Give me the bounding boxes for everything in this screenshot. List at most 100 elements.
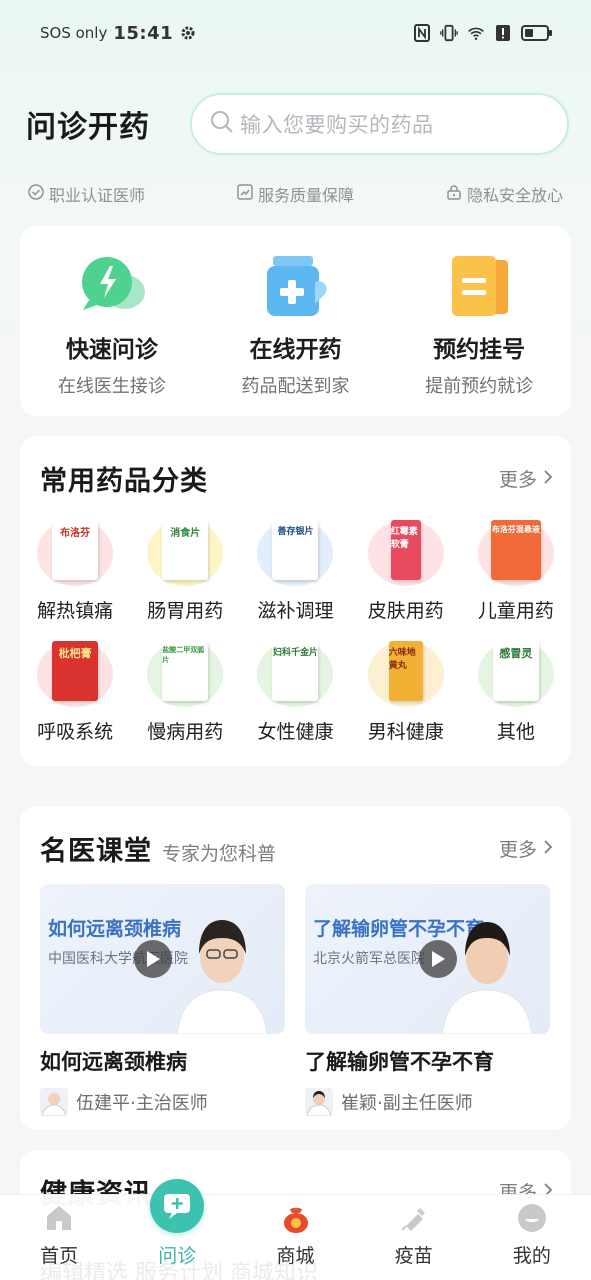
service-subtitle: 在线医生接诊 [57, 376, 166, 397]
box-text: 六味地黄丸 [388, 641, 423, 701]
tab-consult[interactable]: 问诊 [118, 1179, 236, 1280]
service-title: 预约挂号 [433, 337, 526, 363]
doctor-photo-icon [176, 920, 268, 1034]
status-right [413, 24, 553, 42]
status-left: SOS only 15:41 [40, 23, 197, 44]
section-title: 常用药品分类 [40, 465, 208, 497]
service-appointment[interactable]: 预约挂号 提前预约就诊 [387, 226, 571, 416]
category-label: 儿童用药 [477, 600, 554, 622]
search-input[interactable]: 输入您要购买的药品 [190, 93, 569, 155]
battery-icon [521, 24, 553, 42]
category-grid: 布洛芬 解热镇痛 消食片 肠胃用药 善存银片 滋补调理 红霉素软膏 皮肤用药 布… [20, 498, 571, 744]
medicine-bottle-icon [259, 254, 333, 320]
box-text: 布洛芬混悬液 [490, 520, 541, 580]
lectures-header: 名医课堂 专家为您科普 更多 [20, 806, 571, 868]
clock: 15:41 [113, 22, 174, 44]
play-button[interactable] [134, 940, 172, 978]
medicine-box-icon: 妇科千金片 [257, 641, 334, 707]
profile-icon [515, 1201, 549, 1235]
thumb-title: 如何远离颈椎病 [48, 918, 182, 940]
assurance-bar: 职业认证医师 服务质量保障 隐私安全放心 [0, 178, 591, 210]
more-link[interactable]: 更多 [499, 835, 553, 862]
assurance-label: 隐私安全放心 [466, 186, 563, 205]
medicine-box-icon: 六味地黄丸 [367, 641, 444, 707]
category-item[interactable]: 六味地黄丸 男科健康 [351, 641, 461, 744]
category-item[interactable]: 布洛芬混悬液 儿童用药 [461, 520, 571, 623]
tab-home[interactable]: 首页 [0, 1195, 118, 1280]
search-icon [210, 110, 234, 138]
service-online-prescription[interactable]: 在线开药 药品配送到家 [204, 226, 388, 416]
wifi-icon [467, 24, 485, 42]
lightning-chat-icon [75, 254, 149, 320]
search-placeholder: 输入您要购买的药品 [240, 113, 434, 137]
video-thumbnail[interactable]: 如何远离颈椎病 中国医科大学航天医院 [40, 884, 285, 1034]
category-item[interactable]: 红霉素软膏 皮肤用药 [351, 520, 461, 623]
more-link[interactable]: 更多 [499, 465, 553, 492]
medicine-box-icon: 布洛芬 [37, 520, 114, 586]
consult-icon [150, 1179, 205, 1233]
video-meta: 伍建平·主治医师 [40, 1088, 285, 1116]
doctor-name: 伍建平·主治医师 [76, 1093, 208, 1114]
category-item[interactable]: 消食片 肠胃用药 [130, 520, 240, 623]
tab-label: 我的 [512, 1245, 551, 1267]
lectures-card: 名医课堂 专家为您科普 更多 如何远离颈椎病 中国医科大学航天医院 如何远离颈椎… [20, 806, 571, 1130]
category-item[interactable]: 感冒灵 其他 [461, 641, 571, 744]
medicine-box-icon: 枇杷膏 [37, 641, 114, 707]
chart-icon [237, 184, 253, 204]
box-text: 盐酸二甲双胍片 [162, 641, 209, 701]
category-item[interactable]: 枇杷膏 呼吸系统 [20, 641, 130, 744]
category-label: 肠胃用药 [147, 600, 224, 622]
lectures-heading: 名医课堂 专家为您科普 [40, 829, 276, 868]
more-label: 更多 [498, 468, 537, 491]
alert-icon [494, 24, 512, 42]
video-card[interactable]: 如何远离颈椎病 中国医科大学航天医院 如何远离颈椎病 伍建平·主治医师 [40, 884, 285, 1116]
avatar [40, 1088, 68, 1116]
lock-icon [446, 184, 462, 204]
carrier-text: SOS only [40, 24, 108, 42]
service-quick-consult[interactable]: 快速问诊 在线医生接诊 [20, 226, 204, 416]
doctor-name: 崔颖·副主任医师 [341, 1093, 473, 1114]
chevron-right-icon [543, 467, 553, 489]
more-label: 更多 [498, 838, 537, 861]
appointment-card-icon [442, 254, 516, 320]
tab-vaccine[interactable]: 疫苗 [355, 1195, 473, 1280]
category-item[interactable]: 盐酸二甲双胍片 慢病用药 [130, 641, 240, 744]
header: 问诊开药 输入您要购买的药品 [0, 92, 591, 156]
video-thumbnail[interactable]: 了解输卵管不孕不育 北京火箭军总医院 [305, 884, 550, 1034]
category-item[interactable]: 布洛芬 解热镇痛 [20, 520, 130, 623]
avatar [305, 1088, 333, 1116]
tab-label: 商城 [276, 1245, 315, 1267]
video-title: 如何远离颈椎病 [40, 1050, 187, 1074]
category-label: 滋补调理 [257, 600, 334, 622]
category-label: 呼吸系统 [37, 721, 114, 743]
category-label: 慢病用药 [147, 721, 224, 743]
tab-label: 问诊 [158, 1245, 197, 1267]
tab-label: 首页 [40, 1245, 79, 1267]
box-text: 布洛芬 [52, 520, 99, 580]
vaccine-icon [397, 1201, 431, 1235]
video-title: 了解输卵管不孕不育 [305, 1050, 494, 1074]
category-label: 男科健康 [367, 721, 444, 743]
category-item[interactable]: 妇科千金片 女性健康 [240, 641, 350, 744]
categories-header: 常用药品分类 更多 [20, 436, 571, 498]
categories-card: 常用药品分类 更多 布洛芬 解热镇痛 消食片 肠胃用药 善存银片 滋补调理 红霉… [20, 436, 571, 766]
section-title: 名医课堂 [40, 835, 152, 867]
tab-shop[interactable]: 商城 [236, 1195, 354, 1280]
category-item[interactable]: 善存银片 滋补调理 [240, 520, 350, 623]
nfc-icon [413, 24, 431, 42]
services-card: 快速问诊 在线医生接诊 在线开药 药品配送到家 预约挂号 提前预约就诊 [20, 226, 571, 416]
assurance-label: 职业认证医师 [49, 186, 146, 205]
tab-profile[interactable]: 我的 [473, 1195, 591, 1280]
assurance-item: 隐私安全放心 [446, 178, 563, 210]
category-label: 其他 [496, 721, 535, 743]
assurance-item: 服务质量保障 [237, 178, 354, 210]
box-text: 消食片 [162, 520, 209, 580]
service-title: 在线开药 [249, 337, 342, 363]
play-button[interactable] [419, 940, 457, 978]
status-bar: SOS only 15:41 [0, 0, 591, 66]
video-card[interactable]: 了解输卵管不孕不育 北京火箭军总医院 了解输卵管不孕不育 崔颖·副主任医师 [305, 884, 550, 1116]
home-icon [42, 1201, 76, 1235]
medicine-box-icon: 红霉素软膏 [367, 520, 444, 586]
chevron-right-icon [543, 837, 553, 859]
video-list: 如何远离颈椎病 中国医科大学航天医院 如何远离颈椎病 伍建平·主治医师 了解输卵… [20, 868, 571, 1116]
